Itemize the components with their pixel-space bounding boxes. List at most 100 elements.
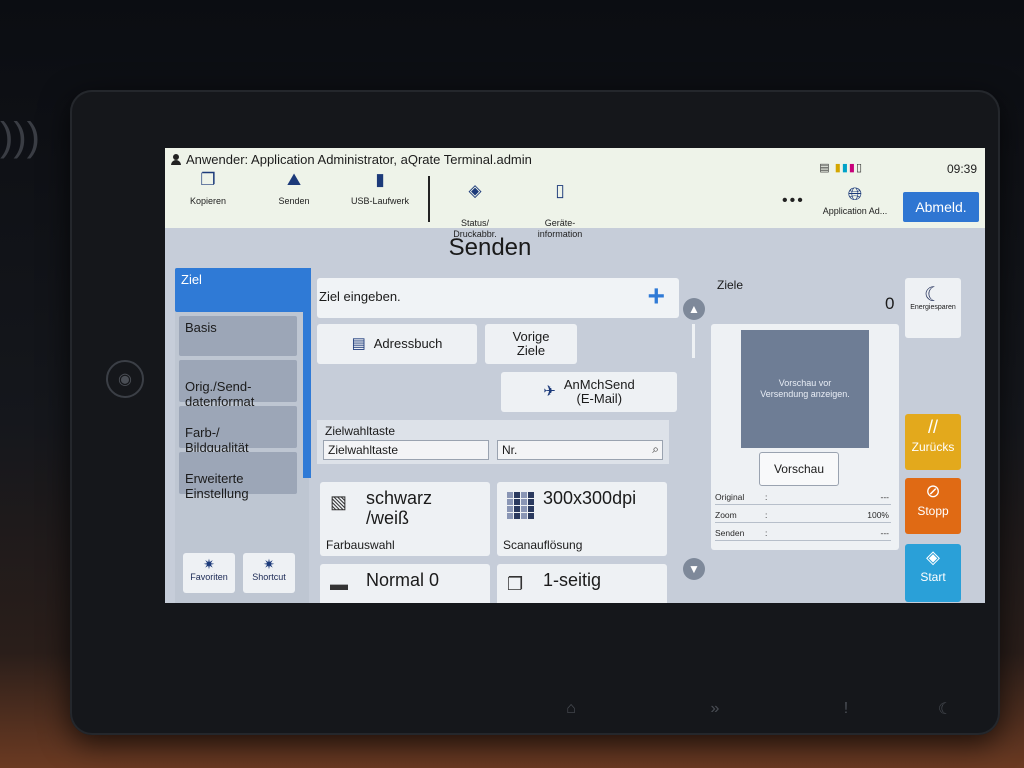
- sidebar-item-destination[interactable]: Ziel: [175, 268, 309, 312]
- scan-resolution-caption: Scanauflösung: [503, 538, 583, 552]
- moon-icon: ☾: [924, 284, 942, 306]
- scroll-up-button[interactable]: ▲: [683, 298, 705, 320]
- reset-label: Zurücks: [911, 440, 955, 454]
- device-info-icon: ▯: [555, 181, 565, 200]
- preview-area[interactable]: Vorschau vor Versendung anzeigen.: [741, 330, 869, 448]
- quick-dial-number-field[interactable]: Nr.: [497, 440, 663, 460]
- destination-entry-label: Ziel eingeben.: [319, 289, 401, 304]
- page-title: Senden: [448, 234, 532, 261]
- toner-status-icon: ▤ ▮▮▮▯: [819, 162, 863, 174]
- toolbar-copy[interactable]: ❐ Kopieren: [173, 170, 243, 207]
- color-mode-tile[interactable]: ▧ schwarz /weiß Farbauswahl: [320, 482, 490, 556]
- scrollbar[interactable]: [692, 324, 695, 358]
- info-separator: :: [765, 528, 768, 538]
- density-tile[interactable]: ▬ Normal 0: [320, 564, 490, 603]
- address-book-button[interactable]: ▤ Adressbuch: [317, 324, 477, 364]
- info-key: Senden: [715, 528, 745, 538]
- info-key: Original: [715, 492, 745, 502]
- previous-destinations-label: Vorige Ziele: [512, 329, 550, 358]
- more-menu-button[interactable]: •••: [782, 192, 805, 210]
- reset-icon: //: [927, 417, 938, 437]
- globe-user-icon: 🌐︎: [847, 184, 863, 204]
- toolbar-usb[interactable]: ▮ USB-Laufwerk: [345, 171, 415, 207]
- color-mode-caption: Farbauswahl: [326, 538, 395, 552]
- nfc-reader-icon: ))): [0, 115, 40, 159]
- info-value: ---: [880, 528, 890, 538]
- info-row-zoom: Zoom: 100%: [715, 508, 891, 523]
- duplex-tile[interactable]: ❐ 1-seitig: [497, 564, 667, 603]
- toolbar-usb-label: USB-Laufwerk: [350, 196, 410, 206]
- paper-plane-icon: ✈: [543, 383, 556, 400]
- favorites-label: Favoriten: [190, 572, 228, 582]
- address-book-label: Adressbuch: [373, 336, 443, 351]
- start-icon: ◈: [926, 547, 940, 567]
- destinations-label: Ziele: [717, 278, 744, 292]
- send-to-me-button[interactable]: ✈ AnMchSend (E-Mail): [501, 372, 677, 412]
- scan-resolution-value: 300x300dpi: [543, 488, 637, 508]
- toolbar-copy-label: Kopieren: [189, 196, 227, 206]
- stop-icon: ⊘: [925, 481, 941, 501]
- shortcut-button[interactable]: ✷ Shortcut: [243, 553, 295, 593]
- hardware-sleep-icon[interactable]: ☾: [930, 695, 960, 723]
- start-label: Start: [920, 570, 946, 584]
- stop-button[interactable]: ⊘ Stopp: [905, 478, 961, 534]
- hardware-attention-icon: !: [843, 700, 849, 717]
- hardware-processing-icon: »: [710, 700, 720, 717]
- info-key: Zoom: [715, 510, 737, 520]
- sidebar-item-label: Farb-/ Bildqualität: [185, 425, 249, 455]
- hardware-authentication-button[interactable]: ◉: [106, 360, 144, 398]
- quick-dial-title: Zielwahltaste: [325, 424, 396, 438]
- favorites-button[interactable]: ✷ Favoriten: [183, 553, 235, 593]
- color-mode-icon: ▧: [330, 492, 348, 512]
- user-status: Anwender: Application Administrator, aQr…: [171, 152, 532, 167]
- admin-account-button[interactable]: 🌐︎ Application Ad...: [815, 184, 895, 216]
- preview-button[interactable]: Vorschau: [759, 452, 839, 486]
- sidebar-item-quality[interactable]: Farb-/ Bildqualität: [179, 406, 297, 455]
- admin-label: Application Ad...: [822, 206, 888, 216]
- sidebar-item-label: Basis: [185, 320, 217, 335]
- density-icon: ▬: [330, 574, 348, 594]
- info-value: 100%: [867, 510, 889, 520]
- quick-dial-field[interactable]: Zielwahltaste: [323, 440, 489, 460]
- shortcut-label: Shortcut: [252, 572, 286, 582]
- add-destination-icon[interactable]: +: [647, 280, 665, 314]
- start-button[interactable]: ◈ Start: [905, 544, 961, 602]
- toolbar-status[interactable]: ◈ Status/ Druckabbr.: [440, 174, 510, 240]
- user-line-text: Anwender: Application Administrator, aQr…: [186, 152, 532, 167]
- duplex-icon: ❐: [507, 574, 524, 594]
- sidebar-item-label: Erweiterte Einstellung: [185, 471, 249, 501]
- sidebar-scroll-rail: [303, 268, 311, 478]
- top-bar: Anwender: Application Administrator, aQr…: [165, 148, 985, 239]
- toolbar-send-label: Senden: [278, 196, 310, 206]
- user-icon: [171, 154, 181, 165]
- address-book-icon: ▤: [351, 335, 366, 352]
- hardware-home-icon[interactable]: ⌂: [556, 695, 586, 723]
- gear-star-icon: ✷: [263, 556, 275, 572]
- send-icon: ⛰: [286, 170, 302, 189]
- touch-screen: Anwender: Application Administrator, aQr…: [165, 148, 985, 603]
- destination-entry[interactable]: Ziel eingeben. +: [317, 278, 679, 318]
- scan-resolution-tile[interactable]: 300x300dpi Scanauflösung: [497, 482, 667, 556]
- logout-button[interactable]: Abmeld.: [903, 192, 979, 222]
- gear-star-icon: ✷: [203, 556, 215, 572]
- previous-destinations-button[interactable]: Vorige Ziele: [485, 324, 577, 364]
- preview-panel: Vorschau vor Versendung anzeigen. Vorsch…: [711, 324, 899, 550]
- toolbar-send[interactable]: ⛰ Senden: [259, 170, 329, 207]
- search-icon[interactable]: ⌕: [652, 442, 659, 457]
- sidebar-item-format[interactable]: Orig./Send- datenformat: [179, 360, 297, 409]
- scroll-down-button[interactable]: ▼: [683, 558, 705, 580]
- clock: 09:39: [946, 162, 977, 176]
- energy-saver-button[interactable]: ☾ Energiesparen: [905, 278, 961, 338]
- toolbar-device-info[interactable]: ▯ Geräte- information: [525, 174, 595, 240]
- copy-icon: ❐: [200, 170, 216, 189]
- energy-saver-label: Energiesparen: [910, 304, 956, 311]
- sidebar-item-label: Orig./Send- datenformat: [185, 379, 255, 409]
- reset-button[interactable]: // Zurücks: [905, 414, 961, 470]
- density-value: Normal 0: [366, 570, 440, 590]
- color-mode-value: schwarz /weiß: [366, 488, 433, 528]
- info-row-send: Senden: ---: [715, 526, 891, 541]
- info-separator: :: [765, 492, 768, 502]
- sidebar-item-advanced[interactable]: Erweiterte Einstellung: [179, 452, 297, 501]
- sidebar-item-label: Ziel: [181, 272, 202, 287]
- sidebar-item-basic[interactable]: Basis: [179, 316, 297, 356]
